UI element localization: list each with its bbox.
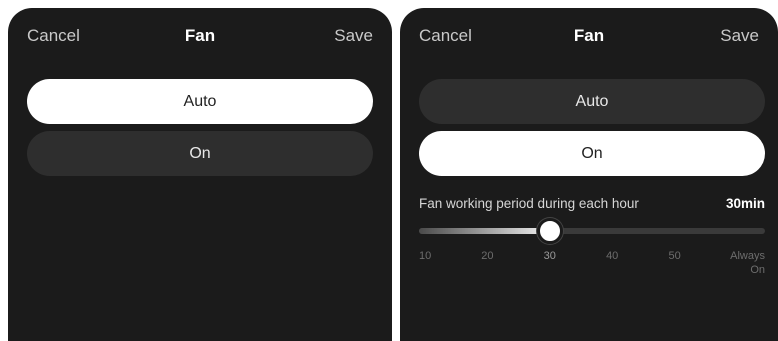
period-slider-track[interactable]: [419, 228, 765, 234]
header: Cancel Fan Save: [8, 26, 392, 50]
option-auto[interactable]: Auto: [419, 79, 765, 124]
save-button[interactable]: Save: [334, 26, 373, 46]
slider-tick-label: 40: [606, 250, 619, 262]
fan-settings-screen-on: Cancel Fan Save Auto On Fan working peri…: [400, 8, 778, 341]
save-button[interactable]: Save: [720, 26, 759, 46]
slider-tick-label: 20: [481, 250, 494, 262]
period-value: 30min: [725, 196, 765, 211]
period-label: Fan working period during each hour: [419, 196, 639, 211]
slider-tick-label: Always On: [730, 250, 765, 276]
slider-tick-label: 50: [668, 250, 681, 262]
option-auto[interactable]: Auto: [27, 79, 373, 124]
slider-tick-label: 30: [543, 250, 556, 262]
slider-tick-label: 10: [419, 250, 432, 262]
header: Cancel Fan Save: [400, 26, 778, 50]
period-slider-thumb[interactable]: [536, 218, 563, 244]
option-on[interactable]: On: [419, 131, 765, 176]
period-slider-fill: [419, 228, 550, 234]
option-on[interactable]: On: [27, 131, 373, 176]
fan-settings-screen-auto: Cancel Fan Save Auto On: [8, 8, 392, 341]
